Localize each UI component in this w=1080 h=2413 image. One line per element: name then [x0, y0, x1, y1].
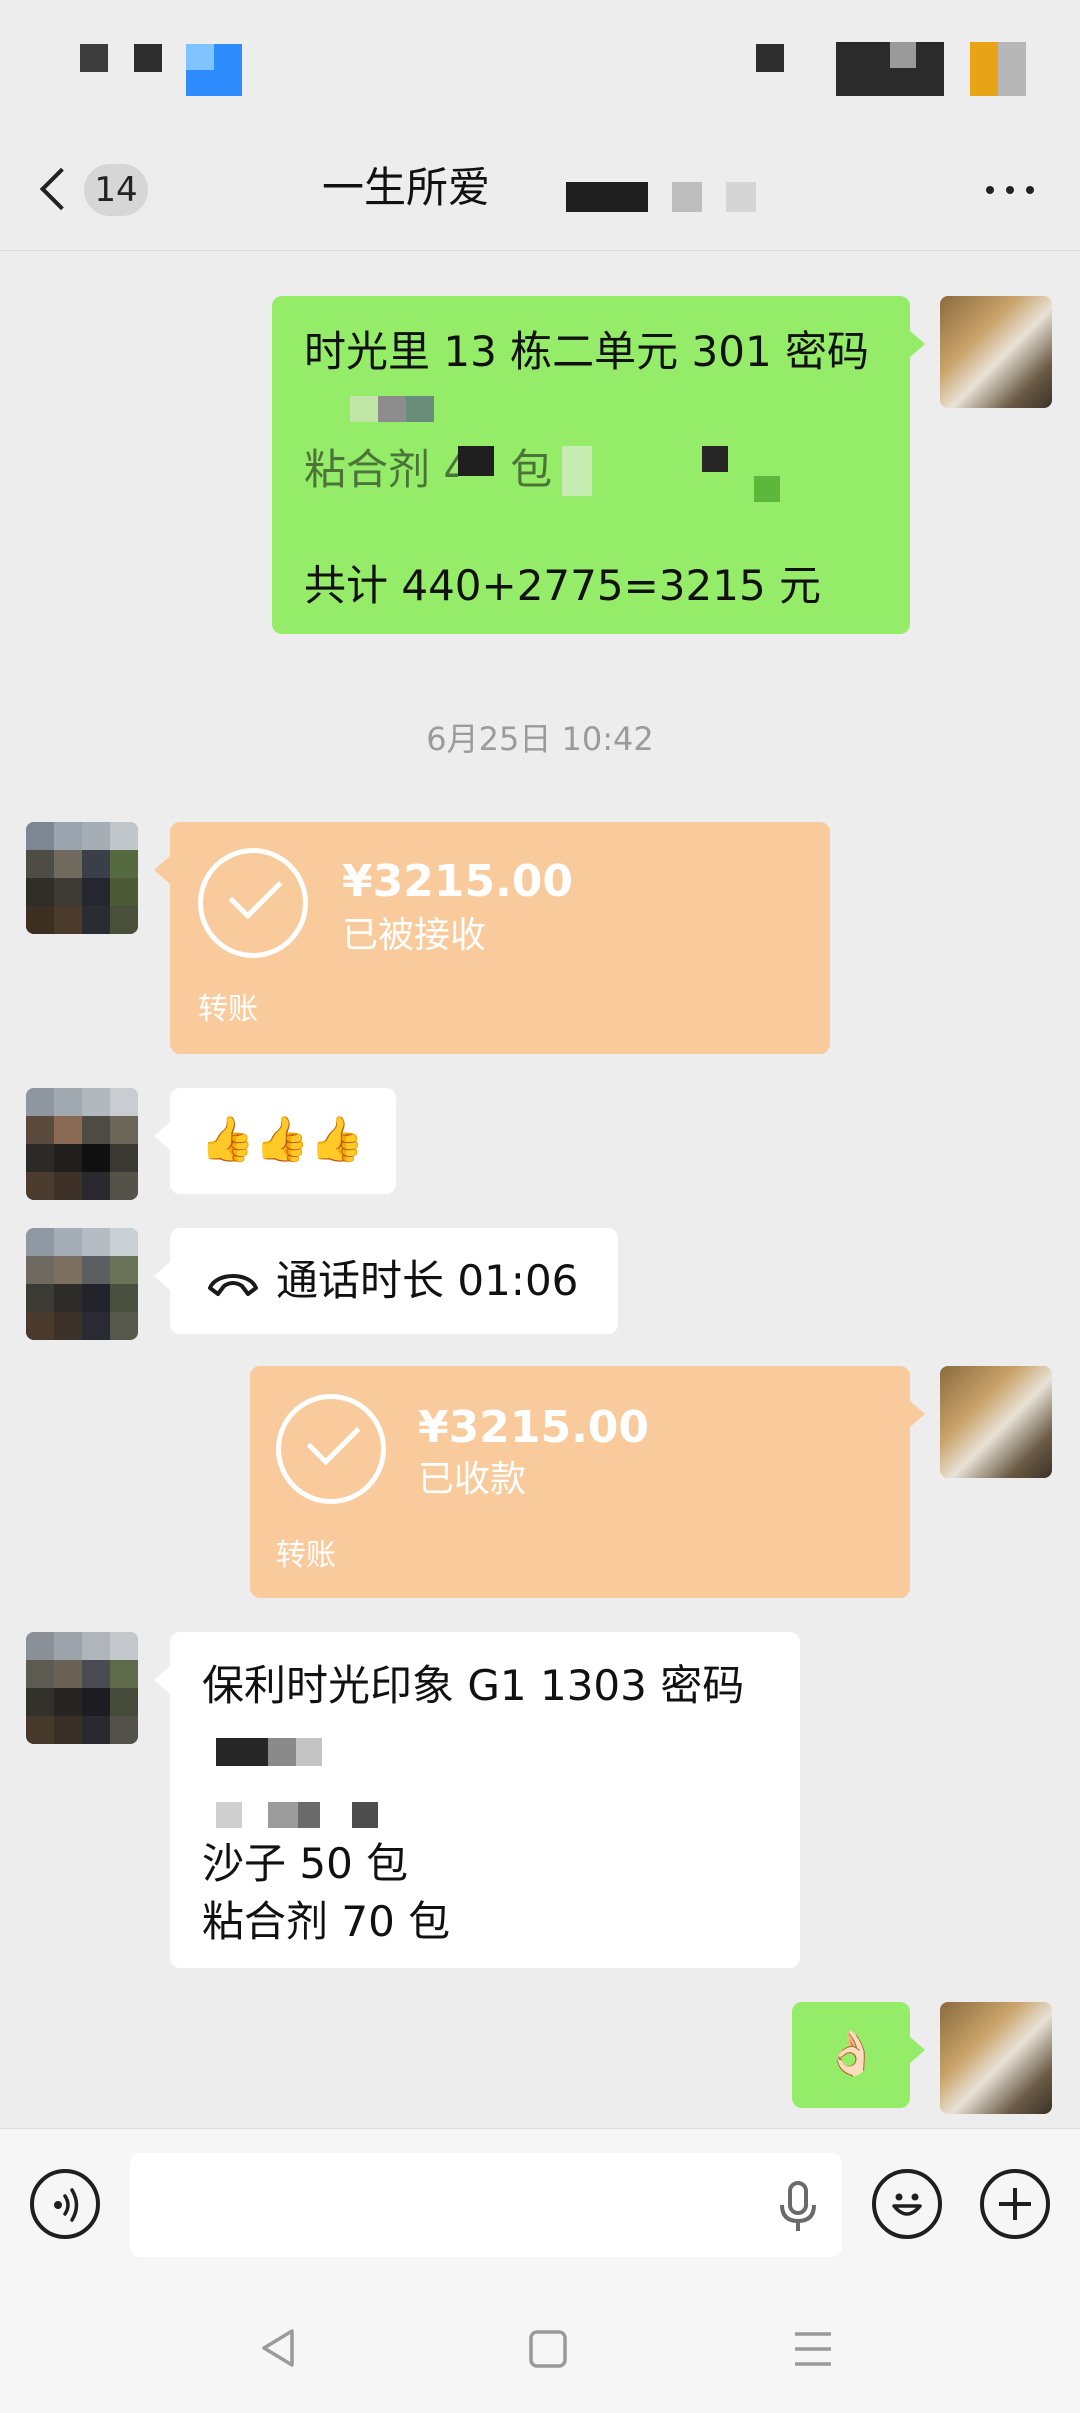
my-avatar[interactable]	[940, 296, 1052, 408]
transfer-check-icon	[276, 1394, 386, 1504]
bubble-tail	[154, 1262, 170, 1290]
status-icon-left-1	[80, 44, 108, 72]
bubble-tail	[154, 856, 170, 884]
title-redaction-2	[672, 182, 702, 212]
bubble-tail	[154, 1666, 170, 1694]
emoji-icon	[892, 2193, 922, 2216]
message-text: 保利时光印象 G1 1303 密码	[202, 1661, 745, 1710]
redacted-text	[350, 396, 378, 422]
contact-avatar[interactable]	[26, 822, 138, 934]
back-button[interactable]: 14	[34, 158, 164, 222]
my-avatar[interactable]	[940, 2002, 1052, 2114]
emoji-button[interactable]	[872, 2169, 942, 2239]
more-dot	[1026, 186, 1034, 194]
message-text: 时光里 13 栋二单元 301 密码	[304, 327, 870, 376]
redacted-text	[296, 1738, 322, 1766]
title-redaction	[566, 182, 648, 212]
voice-icon	[54, 2188, 79, 2222]
bubble-tail	[154, 1122, 170, 1150]
bubble-tail	[909, 2036, 925, 2064]
more-dot	[986, 186, 994, 194]
redacted-text	[406, 396, 434, 422]
message-text: 沙子 50 包	[202, 1839, 409, 1888]
chat-header: 14 一生所爱	[0, 130, 1080, 251]
status-icon-right-1	[756, 44, 784, 72]
bubble-tail	[909, 1400, 925, 1428]
transfer-type-label: 转账	[276, 1538, 336, 1573]
status-app-icon-part	[186, 44, 214, 70]
sent-message-bubble[interactable]: 时光里 13 栋二单元 301 密码 粘合剂 40 包 共计 440+2775=…	[272, 296, 910, 634]
received-message-bubble[interactable]: 保利时光印象 G1 1303 密码 沙子 50 包 粘合剂 70 包	[170, 1632, 800, 1968]
status-icon-left-2	[134, 44, 162, 72]
transfer-type-label: 转账	[198, 992, 258, 1027]
input-bar	[0, 2128, 1080, 2413]
message-input[interactable]	[130, 2153, 842, 2257]
transfer-status: 已收款	[418, 1459, 527, 1500]
redacted-text	[216, 1738, 268, 1766]
transfer-card-sent[interactable]: ¥3215.00 已收款 转账	[250, 1366, 910, 1598]
transfer-amount: ¥3215.00	[342, 856, 574, 907]
emoji-text: 👌🏻	[824, 2028, 879, 2079]
message-timestamp: 6月25日 10:42	[426, 720, 654, 758]
nav-menu-icon[interactable]	[792, 2329, 834, 2369]
chat-title: 一生所爱	[322, 163, 491, 212]
back-chevron-icon	[39, 167, 83, 211]
emoji-text: 👍👍👍	[200, 1114, 365, 1165]
more-dot	[1006, 186, 1014, 194]
voice-input-toggle[interactable]	[30, 2169, 100, 2239]
redacted-text	[352, 1802, 378, 1828]
contact-avatar[interactable]	[26, 1088, 138, 1200]
transfer-status: 已被接收	[342, 915, 487, 956]
redacted-text	[298, 1802, 320, 1828]
plus-icon	[999, 2188, 1031, 2220]
sent-message-bubble[interactable]: 👌🏻	[792, 2002, 910, 2108]
contact-avatar[interactable]	[26, 1228, 138, 1340]
received-message-bubble[interactable]: 👍👍👍	[170, 1088, 396, 1194]
call-record-bubble[interactable]: 通话时长 01:06	[170, 1228, 618, 1334]
more-options-button[interactable]	[980, 160, 1040, 220]
redacted-text	[268, 1738, 296, 1766]
transfer-amount: ¥3215.00	[418, 1402, 650, 1453]
more-functions-button[interactable]	[980, 2169, 1050, 2239]
redacted-text	[458, 446, 494, 476]
call-duration-text: 通话时长 01:06	[276, 1256, 579, 1305]
contact-avatar[interactable]	[26, 1632, 138, 1744]
transfer-card-received[interactable]: ¥3215.00 已被接收 转账	[170, 822, 830, 1054]
message-text: 粘合剂 40 包	[304, 445, 553, 494]
message-text: 共计 440+2775=3215 元	[304, 561, 822, 610]
my-avatar[interactable]	[940, 1366, 1052, 1478]
redacted-text	[562, 446, 592, 496]
nav-home-icon[interactable]	[528, 2329, 568, 2369]
status-signal-icon-part	[890, 42, 916, 68]
redacted-text	[378, 396, 406, 422]
message-text: 粘合剂 70 包	[202, 1897, 451, 1946]
transfer-check-icon	[198, 848, 308, 958]
nav-back-icon[interactable]	[258, 2327, 298, 2369]
phone-hangup-icon	[208, 1274, 258, 1296]
status-bar	[0, 0, 1080, 130]
redacted-text	[754, 476, 780, 502]
mic-icon[interactable]	[778, 2181, 818, 2233]
redacted-text	[702, 446, 728, 472]
redacted-text	[268, 1802, 298, 1828]
title-redaction-3	[726, 182, 756, 212]
status-battery-icon-part	[998, 42, 1026, 96]
redacted-text	[216, 1802, 242, 1828]
unread-count-badge: 14	[84, 164, 148, 216]
bubble-tail	[909, 330, 925, 358]
